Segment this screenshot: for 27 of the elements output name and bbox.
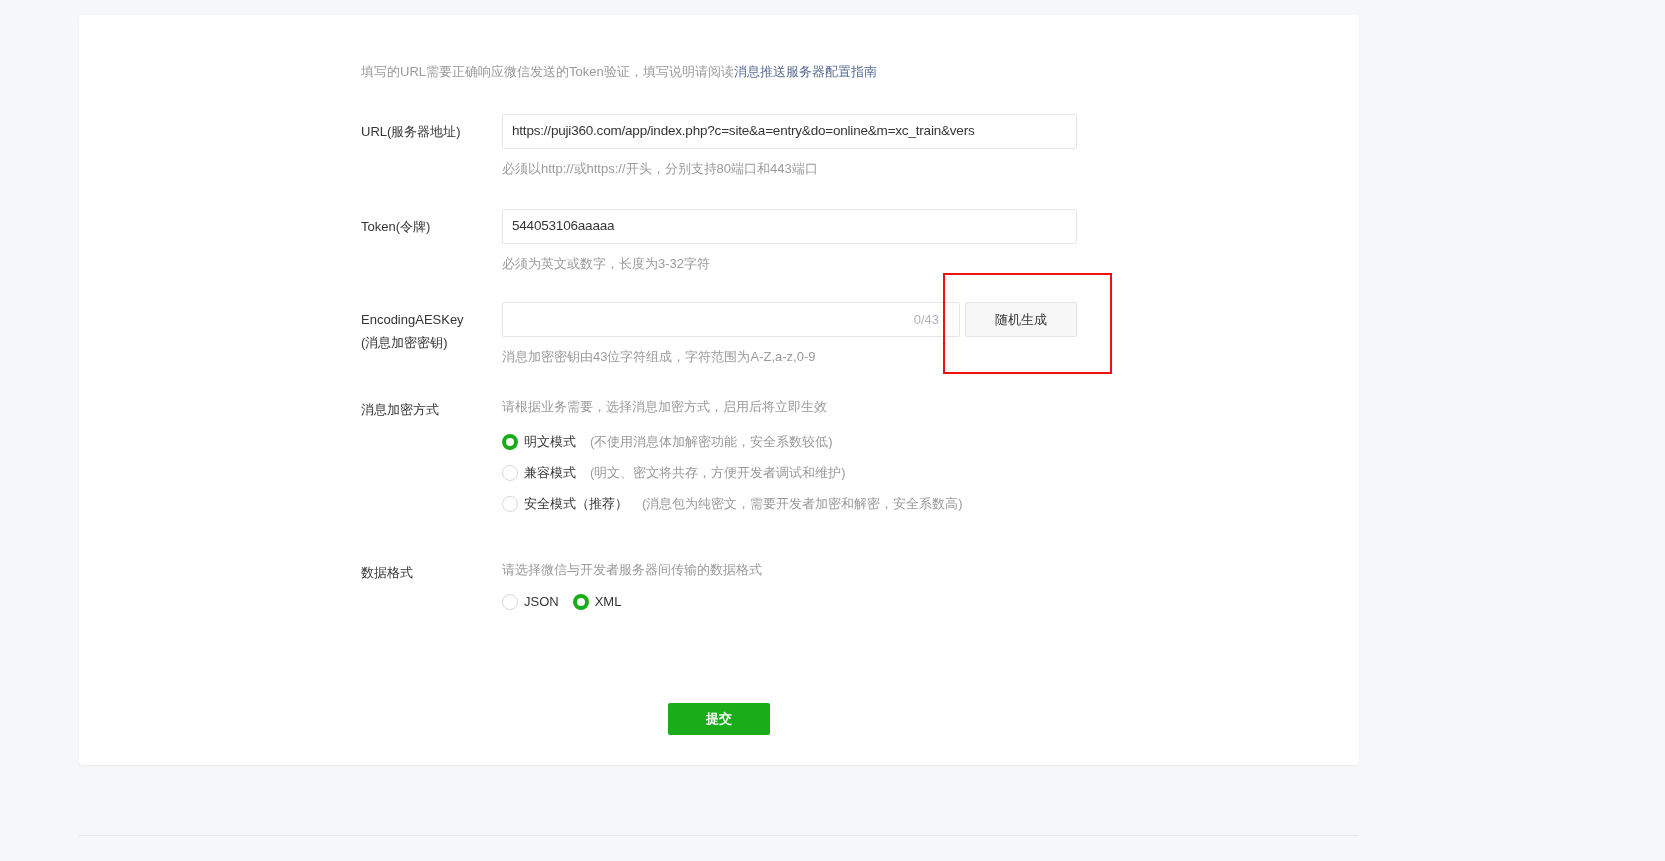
field-hint: 消息加密密钥由43位字符组成，字符范围为A-Z,a-z,0-9 — [502, 348, 816, 366]
field-hint: 必须为英文或数字，长度为3-32字符 — [502, 255, 711, 273]
radio-label[interactable]: JSON — [524, 591, 559, 612]
field-hint: 请选择微信与开发者服务器间传输的数据格式 — [502, 561, 762, 579]
field-label: Token(令牌) — [361, 218, 431, 236]
field-label: (消息加密密钥) — [361, 334, 448, 352]
option-note: (不使用消息体加解密功能，安全系数较低) — [590, 432, 833, 451]
text-input[interactable]: https://puji360.com/app/index.php?c=site&a=entry&do=online&m=xc_train&vers — [502, 114, 1077, 149]
option-note: (明文、密文将共存，方便开发者调试和维护) — [590, 463, 846, 482]
generate-button[interactable]: 随机生成 — [965, 302, 1077, 337]
field-label: 消息加密方式 — [361, 402, 439, 417]
intro-text: 填写的URL需要正确响应微信发送的Token验证，填写说明请阅读消息推送服务器配置指南 — [361, 63, 878, 81]
text-input[interactable]: 544053106aaaaa — [502, 209, 1077, 244]
input-value: 544053106aaaaa — [512, 217, 615, 236]
field-hint: 请根据业务需要，选择消息加密方式，启用后将立即生效 — [502, 398, 827, 416]
input-value: https://puji360.com/app/index.php?c=site&a=entry&do=online&m=xc_train&vers — [512, 122, 975, 141]
field-label: EncodingAESKey — [361, 311, 464, 329]
character-counter: 0/43 — [913, 310, 939, 329]
guide-link[interactable]: 消息推送服务器配置指南 — [733, 64, 877, 79]
radio-label[interactable]: 安全模式（推荐） — [524, 493, 628, 514]
field-label: URL(服务器地址) — [361, 123, 461, 141]
radio-label[interactable]: XML — [594, 591, 622, 612]
field-hint: 必须以http://或https://开头，分别支持80端口和443端口 — [502, 160, 818, 178]
option-note: (消息包为纯密文，需要开发者加密和解密，安全系数高) — [642, 494, 963, 513]
radio-label[interactable]: 明文模式 — [524, 431, 576, 452]
field-label: 数据格式 — [361, 565, 413, 580]
radio-label[interactable]: 兼容模式 — [524, 462, 576, 483]
